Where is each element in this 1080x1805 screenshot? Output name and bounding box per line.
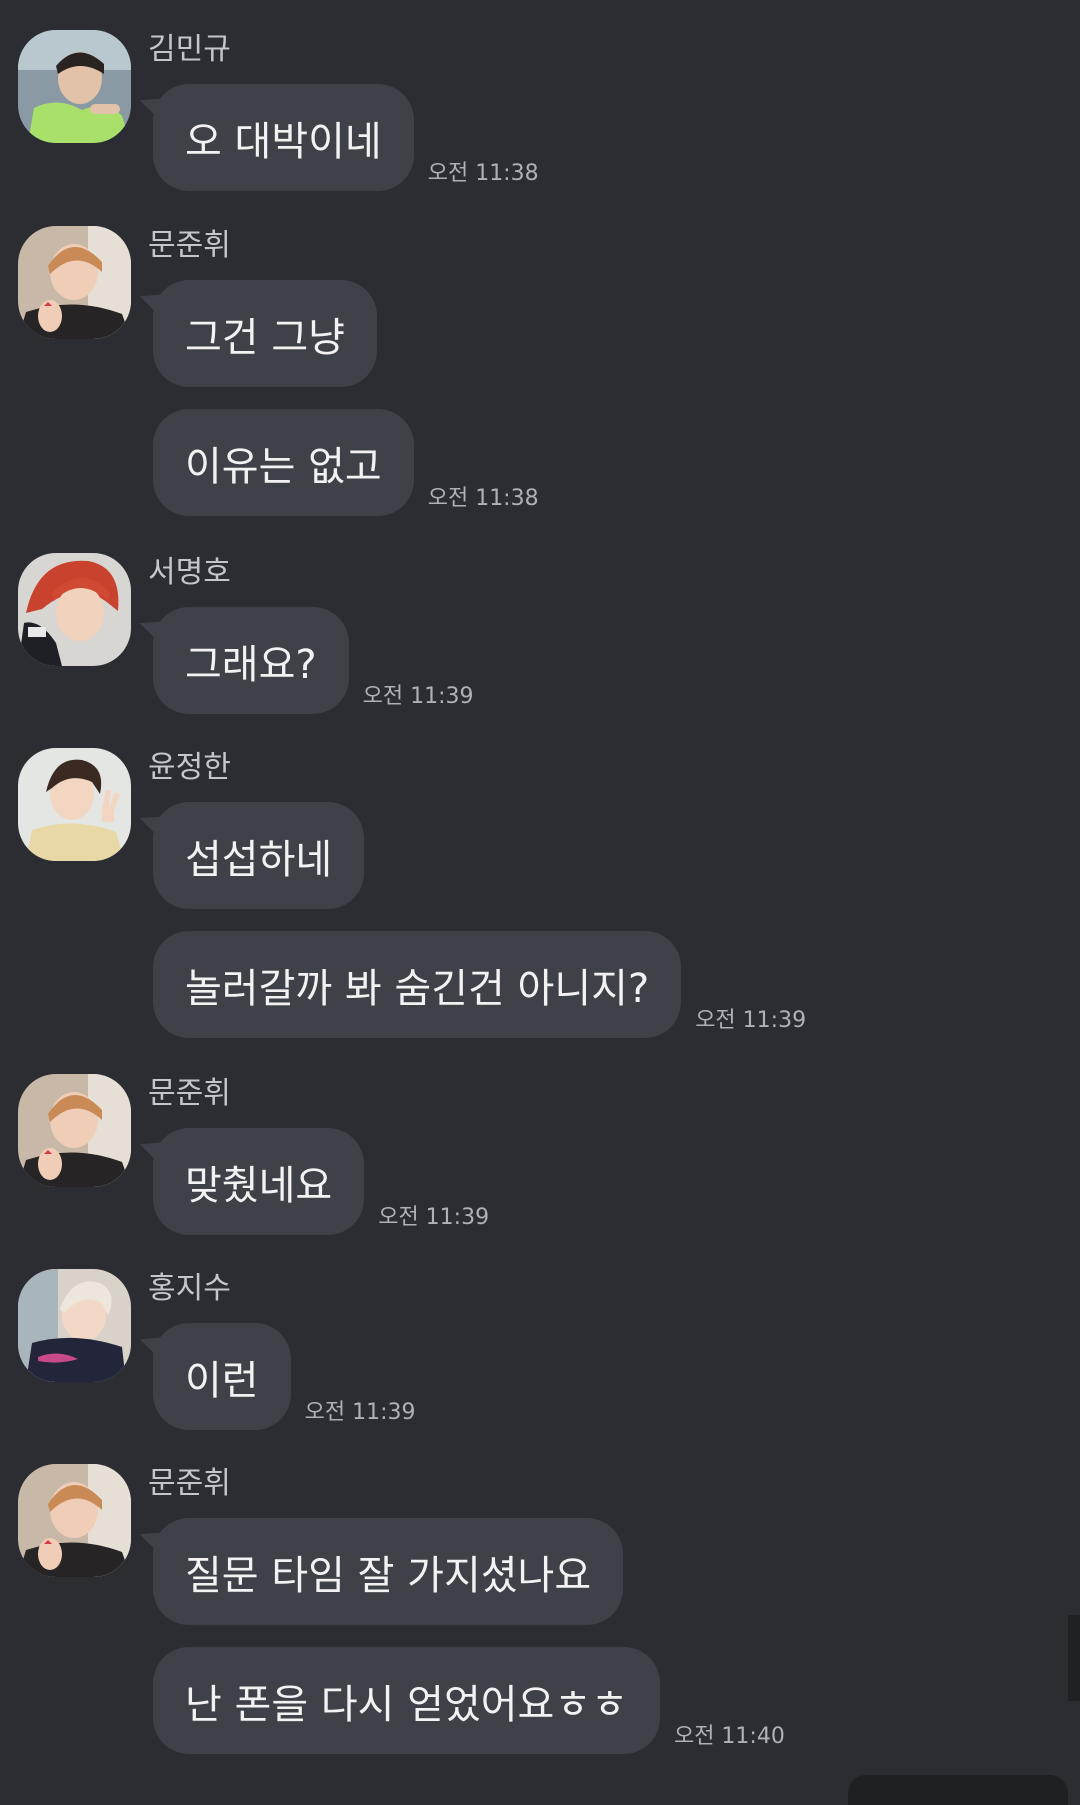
avatar-hong-jisoo-icon[interactable] [18, 1269, 131, 1382]
message-row: 놀러갈까 봐 숨긴건 아니지? 오전 11:39 [153, 931, 806, 1038]
message-bubble[interactable]: 맞췄네요 [153, 1128, 365, 1235]
message-time: 오전 11:39 [378, 1205, 490, 1230]
chat-room: 김민규 오 대박이네 오전 11:38 문준휘 그건 그냥 이유는 없고 오전 … [0, 0, 1080, 1805]
sender-name: 문준휘 [148, 228, 231, 263]
sender-name: 홍지수 [148, 1271, 231, 1306]
avatar-moon-junhui-icon[interactable] [18, 1464, 131, 1577]
message-bubble[interactable]: 놀러갈까 봐 숨긴건 아니지? [153, 931, 682, 1038]
sender-name: 김민규 [148, 32, 231, 67]
message-bubble[interactable]: 오 대박이네 [153, 84, 414, 191]
avatar-kim-mingyu-icon[interactable] [18, 30, 131, 143]
message-time: 오전 11:39 [695, 1008, 807, 1033]
message-bubble[interactable]: 난 폰을 다시 얻었어요ㅎㅎ [153, 1647, 660, 1754]
sender-name: 서명호 [148, 555, 231, 590]
message-row: 오 대박이네 오전 11:38 [153, 84, 539, 191]
avatar-seo-myungho-icon[interactable] [18, 553, 131, 666]
sender-name: 문준휘 [148, 1466, 231, 1501]
message-row: 그래요? 오전 11:39 [153, 607, 474, 714]
sender-name: 문준휘 [148, 1076, 231, 1111]
message-bubble[interactable]: 이유는 없고 [153, 409, 414, 516]
message-row: 그건 그냥 [153, 280, 377, 387]
message-time: 오전 11:38 [427, 161, 539, 186]
scroll-indicator[interactable] [1068, 1615, 1080, 1701]
message-row: 이유는 없고 오전 11:38 [153, 409, 539, 516]
message-time: 오전 11:39 [304, 1400, 416, 1425]
message-bubble[interactable]: 질문 타임 잘 가지셨나요 [153, 1518, 624, 1625]
message-time: 오전 11:40 [673, 1724, 785, 1749]
message-bubble[interactable]: 그래요? [153, 607, 349, 714]
message-time: 오전 11:39 [362, 684, 474, 709]
avatar-moon-junhui-icon[interactable] [18, 226, 131, 339]
message-row: 맞췄네요 오전 11:39 [153, 1128, 489, 1235]
message-row: 섭섭하네 [153, 802, 365, 909]
message-bubble[interactable]: 섭섭하네 [153, 802, 365, 909]
sender-name: 윤정한 [148, 750, 231, 785]
message-row: 난 폰을 다시 얻었어요ㅎㅎ 오전 11:40 [153, 1647, 785, 1754]
message-bubble[interactable]: 이런 [153, 1323, 291, 1430]
bottom-overlay [848, 1775, 1068, 1805]
message-bubble[interactable]: 그건 그냥 [153, 280, 377, 387]
avatar-moon-junhui-icon[interactable] [18, 1074, 131, 1187]
message-row: 질문 타임 잘 가지셨나요 [153, 1518, 624, 1625]
message-row: 이런 오전 11:39 [153, 1323, 415, 1430]
message-time: 오전 11:38 [427, 486, 539, 511]
avatar-yoon-jeonghan-icon[interactable] [18, 748, 131, 861]
